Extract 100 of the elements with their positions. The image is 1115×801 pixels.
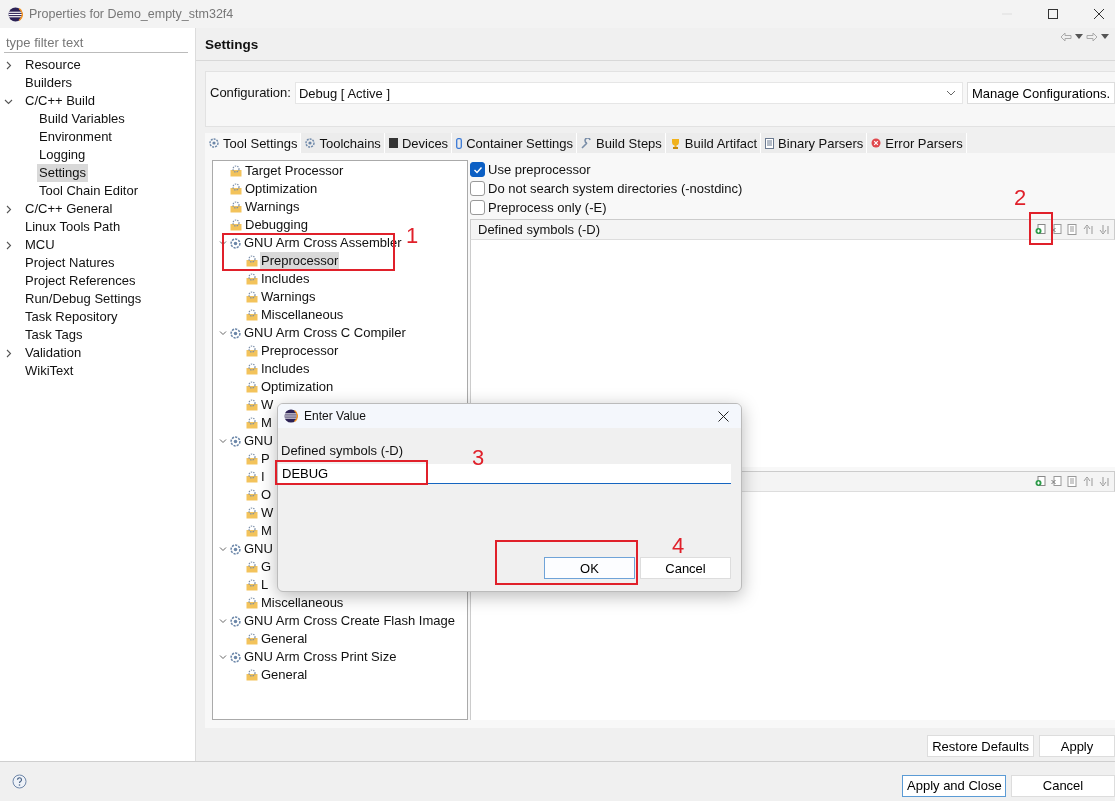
- tree-item[interactable]: GNU Arm Cross C Compiler: [243, 324, 407, 342]
- manage-configurations-button[interactable]: Manage Configurations.: [966, 82, 1115, 104]
- maximize-icon[interactable]: [1047, 8, 1059, 20]
- tree-item[interactable]: General: [260, 666, 309, 684]
- move-down-icon[interactable]: [1099, 476, 1110, 487]
- checkbox[interactable]: [470, 162, 485, 177]
- tree-item[interactable]: Debugging: [244, 216, 309, 234]
- configuration-dropdown[interactable]: Debug [ Active ]: [294, 82, 963, 104]
- tree-item[interactable]: M: [260, 414, 273, 432]
- add-icon[interactable]: [1035, 476, 1046, 487]
- sidebar-item[interactable]: Linux Tools Path: [23, 218, 123, 236]
- sidebar-item[interactable]: Project Natures: [23, 254, 117, 272]
- sidebar-item[interactable]: Resource: [23, 56, 83, 74]
- step-number: 2: [1014, 186, 1027, 210]
- help-icon[interactable]: [12, 774, 27, 789]
- sidebar-item[interactable]: WikiText: [23, 362, 76, 380]
- dropdown-caret-icon[interactable]: [1101, 34, 1109, 40]
- tree-item[interactable]: Miscellaneous: [260, 306, 345, 324]
- tab[interactable]: Toolchains: [301, 133, 385, 153]
- footer-button[interactable]: Cancel: [1011, 774, 1115, 797]
- sidebar-item[interactable]: MCU: [23, 236, 57, 254]
- tree-item[interactable]: GNU: [243, 540, 274, 558]
- checkbox[interactable]: [470, 181, 485, 196]
- sidebar-item[interactable]: Builders: [23, 74, 74, 92]
- sidebar-item[interactable]: Settings: [37, 164, 88, 182]
- dialog-button[interactable]: Cancel: [640, 557, 731, 579]
- dialog-button[interactable]: OK: [544, 557, 635, 579]
- sidebar-item[interactable]: Run/Debug Settings: [23, 290, 144, 308]
- trophy-icon: [669, 137, 681, 149]
- tree-item[interactable]: O: [260, 486, 273, 504]
- move-up-icon[interactable]: [1083, 476, 1094, 487]
- delete-icon[interactable]: [1051, 224, 1062, 235]
- page-button[interactable]: Restore Defaults: [927, 735, 1034, 757]
- tree-item[interactable]: Optimization: [260, 378, 335, 396]
- tree-item[interactable]: G: [260, 558, 273, 576]
- gear-icon: [230, 651, 241, 663]
- delete-icon[interactable]: [1051, 476, 1062, 487]
- tree-item[interactable]: General: [260, 630, 309, 648]
- tree-item[interactable]: M: [260, 522, 273, 540]
- folder-gear-icon: [246, 579, 258, 591]
- tab[interactable]: Binary Parsers: [761, 133, 868, 153]
- sidebar-item[interactable]: Project References: [23, 272, 138, 290]
- checkbox-label: Do not search system directories (-nostdinc): [488, 181, 743, 196]
- checkmark-icon: [472, 164, 483, 175]
- close-icon[interactable]: [718, 410, 729, 422]
- tab[interactable]: Build Steps: [577, 133, 666, 153]
- move-down-icon[interactable]: [1099, 224, 1110, 235]
- move-up-icon[interactable]: [1083, 224, 1094, 235]
- tree-item[interactable]: Includes: [260, 270, 311, 288]
- tree-item[interactable]: GNU Arm Cross Print Size: [243, 648, 398, 666]
- tree-item[interactable]: W: [260, 504, 275, 522]
- tab[interactable]: Error Parsers: [867, 133, 967, 153]
- chevron-down-icon[interactable]: [945, 90, 956, 96]
- tree-item[interactable]: Preprocessor: [260, 252, 340, 270]
- add-icon[interactable]: [1035, 224, 1046, 235]
- chevron-down-icon[interactable]: [219, 239, 227, 247]
- folder-gear-icon: [246, 381, 258, 393]
- tab[interactable]: Build Artifact: [665, 133, 762, 153]
- tree-item[interactable]: P: [260, 450, 271, 468]
- tab[interactable]: Tool Settings: [205, 133, 302, 153]
- page-button[interactable]: Apply: [1039, 735, 1115, 757]
- sidebar-item[interactable]: C/C++ Build: [23, 92, 98, 110]
- chevron-right-icon[interactable]: [4, 60, 13, 70]
- chevron-right-icon[interactable]: [4, 348, 13, 358]
- chevron-right-icon[interactable]: [4, 204, 13, 214]
- tree-item[interactable]: GNU Arm Cross Create Flash Image: [243, 612, 456, 630]
- wrench-icon: [581, 137, 593, 149]
- chevron-right-icon[interactable]: [4, 240, 13, 250]
- folder-gear-icon: [246, 489, 258, 501]
- edit-icon[interactable]: [1067, 476, 1078, 487]
- tree-item[interactable]: Includes: [260, 360, 311, 378]
- tree-item[interactable]: W: [260, 396, 275, 414]
- value-field[interactable]: DEBUG: [278, 464, 731, 484]
- sidebar-item[interactable]: Tool Chain Editor: [37, 182, 140, 200]
- checkbox[interactable]: [470, 200, 485, 215]
- sidebar-item[interactable]: Logging: [37, 146, 88, 164]
- tree-item[interactable]: Target Processor: [244, 162, 345, 180]
- tab[interactable]: Devices: [384, 133, 453, 153]
- folder-gear-icon: [230, 165, 242, 177]
- tree-item[interactable]: Miscellaneous: [260, 594, 345, 612]
- close-icon[interactable]: [1093, 8, 1105, 20]
- sidebar-item[interactable]: Task Repository: [23, 308, 120, 326]
- folder-gear-icon: [246, 633, 258, 645]
- tree-item[interactable]: I: [260, 468, 266, 486]
- dropdown-caret-icon[interactable]: [1075, 34, 1083, 40]
- footer-button[interactable]: Apply and Close: [902, 774, 1006, 797]
- tree-item[interactable]: Preprocessor: [260, 342, 340, 360]
- tree-item[interactable]: GNU: [243, 432, 274, 450]
- sidebar-item[interactable]: Build Variables: [37, 110, 127, 128]
- folder-gear-icon: [230, 219, 242, 231]
- tab[interactable]: Container Settings: [452, 133, 578, 153]
- tree-item[interactable]: L: [260, 576, 270, 594]
- tree-item[interactable]: Warnings: [260, 288, 317, 306]
- tree-item[interactable]: Warnings: [244, 198, 301, 216]
- sidebar-item[interactable]: Validation: [23, 344, 84, 362]
- tree-item[interactable]: Optimization: [244, 180, 319, 198]
- sidebar-item[interactable]: Environment: [37, 128, 114, 146]
- edit-icon[interactable]: [1067, 224, 1078, 235]
- sidebar-item[interactable]: C/C++ General: [23, 200, 115, 218]
- sidebar-item[interactable]: Task Tags: [23, 326, 85, 344]
